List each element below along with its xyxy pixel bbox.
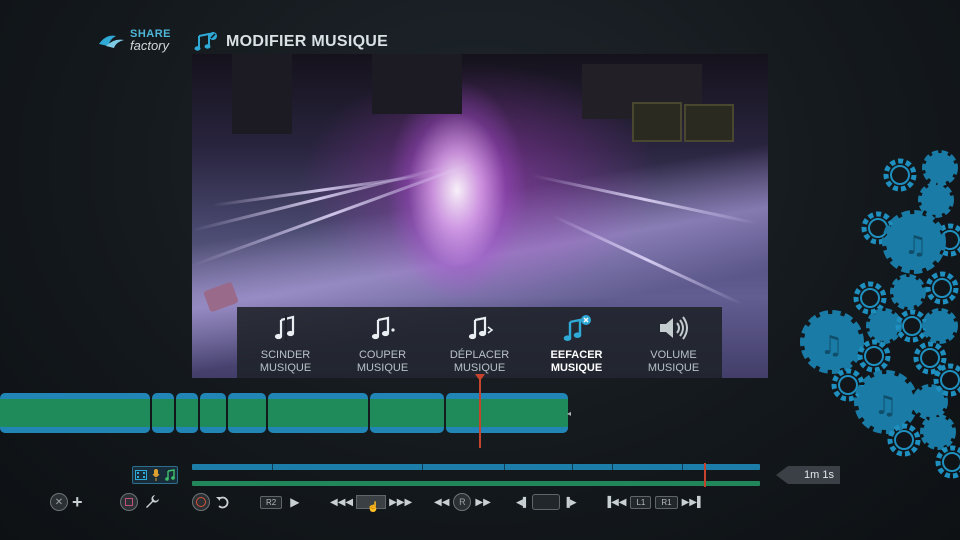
light-streak	[551, 214, 743, 306]
delete-music-label: EEFACER MUSIQUE	[550, 349, 603, 374]
music-clip[interactable]	[152, 393, 174, 433]
frame-back-icon: ◀▌	[516, 496, 530, 507]
music-split-icon	[272, 313, 300, 343]
cross-add-hint[interactable]: ✕ +	[50, 490, 83, 514]
debris	[203, 281, 239, 313]
undo-icon	[216, 496, 229, 509]
delete-music-option[interactable]: EEFACER MUSIQUE	[532, 313, 622, 375]
music-clip[interactable]	[200, 393, 226, 433]
touchpad-icon: ☝	[356, 495, 387, 513]
project-overview-bar[interactable]	[192, 463, 760, 487]
music-clip[interactable]	[0, 393, 150, 433]
overview-clip-divider	[422, 464, 423, 470]
background-building	[232, 54, 292, 134]
light-streak	[192, 161, 475, 267]
square-button-icon	[120, 493, 138, 511]
overview-clip-divider	[682, 464, 683, 470]
l1-button: L1	[630, 495, 652, 509]
background-vehicle	[632, 102, 682, 142]
page-title: MODIFIER MUSIQUE	[226, 33, 389, 50]
move-music-label: DÉPLACER MUSIQUE	[449, 349, 510, 374]
wrench-icon	[146, 495, 159, 508]
circle-undo-hint[interactable]	[192, 490, 231, 514]
music-clip[interactable]	[268, 393, 368, 433]
fast-forward-icon: ▶▶▶	[389, 496, 413, 508]
mic-icon	[152, 469, 160, 481]
volume-music-option[interactable]: VOLUME MUSIQUE	[629, 313, 719, 375]
background-vehicle	[684, 104, 734, 142]
overview-music-track	[192, 481, 760, 486]
play-icon: ▶	[290, 495, 300, 509]
move-music-option[interactable]: DÉPLACER MUSIQUE	[435, 313, 525, 375]
r2-play-hint[interactable]: R2 ▶	[260, 490, 299, 514]
music-delete-icon	[562, 313, 592, 343]
music-clip[interactable]	[176, 393, 198, 433]
film-icon	[135, 470, 148, 480]
music-edit-icon	[194, 32, 217, 51]
cut-music-label: COUPER MUSIQUE	[356, 349, 409, 374]
svg-text:♫: ♫	[874, 391, 897, 421]
music-move-icon	[466, 313, 494, 343]
r-stick-button: R	[453, 493, 472, 511]
playstation-logo-icon	[99, 35, 124, 48]
overview-clip-divider	[504, 464, 505, 470]
dpad-hint[interactable]: ◀▌ ▐▶	[516, 490, 577, 514]
sharefactory-logo: SHARE factory	[96, 26, 186, 54]
square-tools-hint[interactable]	[120, 490, 160, 514]
split-music-option[interactable]: SCINDER MUSIQUE	[241, 313, 331, 375]
frame-forward-icon: ▐▶	[563, 496, 577, 507]
r-stick-hint[interactable]: ◀◀ R ▶▶	[434, 490, 491, 514]
svg-text:♫: ♫	[820, 331, 843, 361]
add-icon: +	[72, 491, 83, 512]
circle-button-icon	[192, 493, 210, 511]
decorative-gear-cluster: ♫ ♫ ♫	[800, 140, 960, 480]
cut-music-option[interactable]: COUPER MUSIQUE	[338, 313, 428, 375]
overview-video-track	[192, 464, 760, 470]
r1-button: R1	[655, 495, 678, 509]
overview-playhead[interactable]	[704, 463, 706, 487]
controller-hints-bar: ✕ + R2 ▶ ◀◀◀ ☝ ▶▶▶ ◀◀ R ▶▶ ◀▌ ▐▶ ▐◀◀ L1 …	[48, 490, 768, 514]
music-clip[interactable]	[370, 393, 444, 433]
light-streak	[531, 174, 758, 225]
r2-button: R2	[260, 495, 283, 509]
step-back-icon: ◀◀	[434, 496, 450, 508]
music-track-timeline[interactable]	[0, 393, 570, 433]
overview-clip-divider	[612, 464, 613, 470]
volume-icon	[657, 313, 691, 343]
background-building	[372, 54, 462, 114]
edit-music-menu: SCINDER MUSIQUE COUPER MUSIQUE DÉPLACER …	[237, 307, 722, 378]
rewind-icon: ◀◀◀	[330, 496, 354, 508]
cross-button-icon: ✕	[50, 493, 68, 511]
l1-r1-hint[interactable]: ▐◀◀ L1 R1 ▶▶▌	[604, 490, 704, 514]
skip-forward-icon: ▶▶▌	[681, 496, 705, 508]
step-forward-icon: ▶▶	[475, 496, 491, 508]
track-type-indicator	[132, 466, 178, 484]
music-icon	[164, 469, 175, 481]
overview-clip-divider	[572, 464, 573, 470]
volume-music-label: VOLUME MUSIQUE	[647, 349, 700, 374]
skip-back-icon: ▐◀◀	[604, 496, 627, 508]
music-clip[interactable]	[446, 393, 568, 433]
music-cut-icon	[369, 313, 397, 343]
dpad-icon	[532, 494, 561, 510]
svg-text:♫: ♫	[904, 231, 927, 261]
logo-factory-text: factory	[130, 38, 170, 53]
overview-clip-divider	[272, 464, 273, 470]
page-title-bar: MODIFIER MUSIQUE	[194, 30, 388, 54]
playhead[interactable]	[479, 376, 481, 448]
music-clip[interactable]	[228, 393, 266, 433]
track-end-marker: ◂	[567, 409, 572, 418]
scrub-hint[interactable]: ◀◀◀ ☝ ▶▶▶	[330, 490, 412, 514]
split-music-label: SCINDER MUSIQUE	[259, 349, 312, 374]
